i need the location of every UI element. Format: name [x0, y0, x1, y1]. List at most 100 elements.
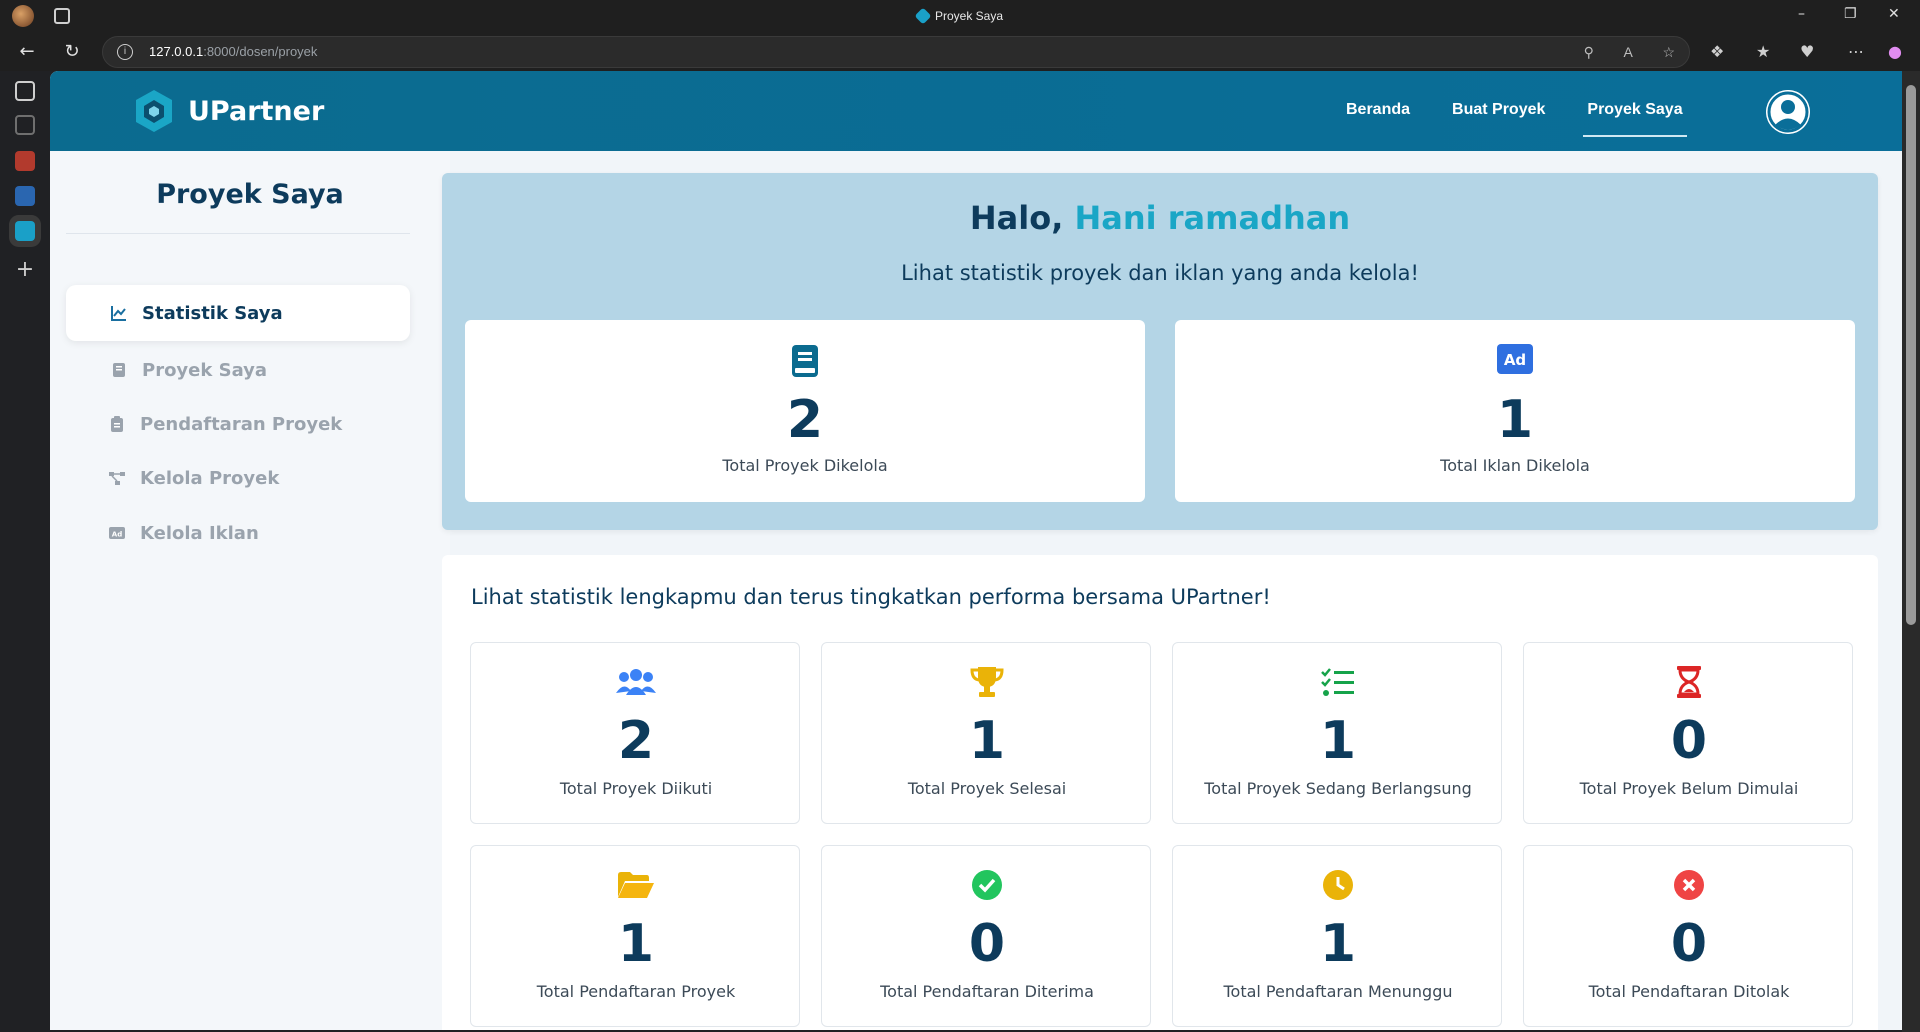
stat-label: Total Proyek Selesai	[907, 779, 1067, 798]
sidebar-item-label: Pendaftaran Proyek	[140, 413, 343, 435]
stat-card-pendaftaran-proyek: 1 Total Pendaftaran Proyek	[470, 845, 800, 1027]
sidebar-item-kelola-iklan[interactable]: Ad Kelola Iklan	[66, 505, 410, 561]
brand-name: UPartner	[188, 95, 325, 127]
sidebar-item-proyek-saya[interactable]: Proyek Saya	[66, 342, 410, 398]
stat-value: 1	[968, 711, 1006, 771]
sidebar-item-label: Proyek Saya	[142, 359, 268, 381]
close-window-icon[interactable]: ✕	[1888, 6, 1900, 22]
greeting-subtitle: Lihat statistik proyek dan iklan yang an…	[901, 261, 1419, 285]
svg-text:Ad: Ad	[112, 531, 122, 539]
nav-beranda[interactable]: Beranda	[1346, 101, 1410, 137]
page-viewport: UPartner Beranda Buat Proyek Proyek Saya…	[50, 71, 1902, 1030]
tab-favicon-icon	[914, 7, 932, 25]
trophy-icon	[970, 667, 1004, 697]
stat-card-pendaftaran-menunggu: 1 Total Pendaftaran Menunggu	[1172, 845, 1502, 1027]
sidebar-item-label: Statistik Saya	[142, 302, 283, 324]
user-circle-icon	[1766, 90, 1810, 134]
stat-label: Total Pendaftaran Ditolak	[1588, 982, 1790, 1001]
clock-icon	[1323, 870, 1353, 900]
site-info-icon[interactable]: i	[117, 44, 133, 60]
top-nav: Beranda Buat Proyek Proyek Saya	[1346, 101, 1725, 137]
tab-actions-icon[interactable]	[15, 81, 35, 101]
address-bar[interactable]: i 127.0.0.1:8000/dosen/proyek ⚲ A ☆	[102, 36, 1690, 68]
sidebar: Proyek Saya Statistik Saya Proyek Saya P…	[50, 151, 450, 1030]
read-aloud-icon[interactable]: A	[1623, 44, 1632, 60]
stat-label: Total Proyek Belum Dimulai	[1579, 779, 1799, 798]
sidebar-item-pendaftaran-proyek[interactable]: Pendaftaran Proyek	[66, 396, 410, 452]
greeting-text: Halo,	[969, 199, 1064, 237]
url-path: :8000/dosen/proyek	[203, 44, 318, 59]
account-avatar[interactable]	[1766, 90, 1810, 134]
nav-proyek-saya[interactable]: Proyek Saya	[1583, 101, 1687, 137]
stat-label: Total Proyek Dikelola	[722, 456, 888, 475]
list-check-icon	[1321, 668, 1354, 696]
stat-value: 1	[1319, 914, 1357, 974]
stat-card-proyek-selesai: 1 Total Proyek Selesai	[821, 642, 1151, 824]
statistics-heading: Lihat statistik lengkapmu dan terus ting…	[471, 585, 1271, 609]
linkedin-tab-icon[interactable]	[15, 186, 35, 206]
ad-icon: Ad	[1497, 344, 1533, 374]
stat-card-pendaftaran-ditolak: 0 Total Pendaftaran Ditolak	[1523, 845, 1853, 1027]
ad-icon: Ad	[109, 527, 125, 539]
folder-open-icon	[618, 872, 654, 898]
vertical-tab-rail: +	[0, 71, 50, 1032]
favorites-icon[interactable]: ★	[1756, 42, 1770, 61]
restore-icon[interactable]: ❐	[1844, 6, 1857, 22]
stat-value: 1	[617, 914, 655, 974]
minimize-icon[interactable]: –	[1798, 6, 1805, 22]
sidebar-divider	[66, 233, 410, 234]
sidebar-item-label: Kelola Proyek	[140, 467, 280, 489]
browser-essentials-icon[interactable]: ♥	[1800, 42, 1814, 61]
tab-item-icon[interactable]	[15, 151, 35, 171]
stat-value: 0	[1670, 914, 1708, 974]
stat-label: Total Pendaftaran Menunggu	[1223, 982, 1453, 1001]
stat-value: 0	[968, 914, 1006, 974]
back-icon[interactable]: ←	[15, 40, 39, 64]
brand[interactable]: UPartner	[134, 88, 324, 134]
hourglass-icon	[1677, 666, 1701, 698]
reload-icon[interactable]: ↻	[60, 40, 84, 64]
zoom-icon[interactable]: ⚲	[1584, 44, 1594, 60]
stat-card-proyek-berlangsung: 1 Total Proyek Sedang Berlangsung	[1172, 642, 1502, 824]
active-tab-icon[interactable]	[15, 221, 35, 241]
sidebar-item-statistik-saya[interactable]: Statistik Saya	[66, 285, 410, 341]
more-menu-icon[interactable]: ⋯	[1848, 42, 1864, 61]
copilot-icon[interactable]: ●	[1888, 42, 1902, 61]
book-icon	[113, 363, 125, 377]
page-scrollbar[interactable]	[1902, 71, 1920, 1032]
stat-card-proyek-diikuti: 2 Total Proyek Diikuti	[470, 642, 800, 824]
statistics-panel: Lihat statistik lengkapmu dan terus ting…	[442, 555, 1878, 1030]
times-circle-icon	[1674, 870, 1704, 900]
url-host: 127.0.0.1	[149, 44, 204, 59]
project-diagram-icon	[109, 472, 125, 485]
greeting-panel: Halo, Hani ramadhan Lihat statistik proy…	[442, 173, 1878, 530]
new-tab-icon[interactable]: +	[15, 259, 35, 281]
nav-buat-proyek[interactable]: Buat Proyek	[1452, 101, 1545, 137]
clipboard-icon	[111, 416, 123, 432]
stat-label: Total Proyek Sedang Berlangsung	[1204, 779, 1472, 798]
stat-value: 1	[1496, 390, 1534, 450]
stat-card-iklan-dikelola: Ad 1 Total Iklan Dikelola	[1175, 320, 1855, 502]
upartner-logo-icon	[136, 90, 172, 132]
favorite-star-icon[interactable]: ☆	[1662, 44, 1675, 60]
ad-icon-text: Ad	[1504, 351, 1526, 369]
chart-line-icon	[111, 306, 126, 321]
app-header: UPartner Beranda Buat Proyek Proyek Saya	[50, 71, 1902, 151]
tab-item-icon[interactable]	[15, 115, 35, 135]
sidebar-item-label: Kelola Iklan	[140, 522, 259, 544]
stat-label: Total Pendaftaran Proyek	[536, 982, 736, 1001]
users-icon	[616, 669, 656, 695]
extensions-icon[interactable]: ❖	[1710, 42, 1724, 61]
stat-label: Total Pendaftaran Diterima	[880, 982, 1094, 1001]
stat-card-proyek-dikelola: 2 Total Proyek Dikelola	[465, 320, 1145, 502]
sidebar-item-kelola-proyek[interactable]: Kelola Proyek	[66, 450, 410, 506]
browser-toolbar: ← ↻ i 127.0.0.1:8000/dosen/proyek ⚲ A ☆ …	[0, 33, 1920, 71]
browser-tab[interactable]: Proyek Saya	[0, 7, 1920, 25]
book-icon	[792, 345, 818, 377]
stat-label: Total Iklan Dikelola	[1440, 456, 1590, 475]
tab-title-text: Proyek Saya	[934, 9, 1004, 23]
stat-card-pendaftaran-diterima: 0 Total Pendaftaran Diterima	[821, 845, 1151, 1027]
greeting-title: Halo, Hani ramadhan	[442, 199, 1878, 237]
stat-label: Total Proyek Diikuti	[559, 779, 713, 798]
scrollbar-thumb[interactable]	[1906, 85, 1916, 625]
